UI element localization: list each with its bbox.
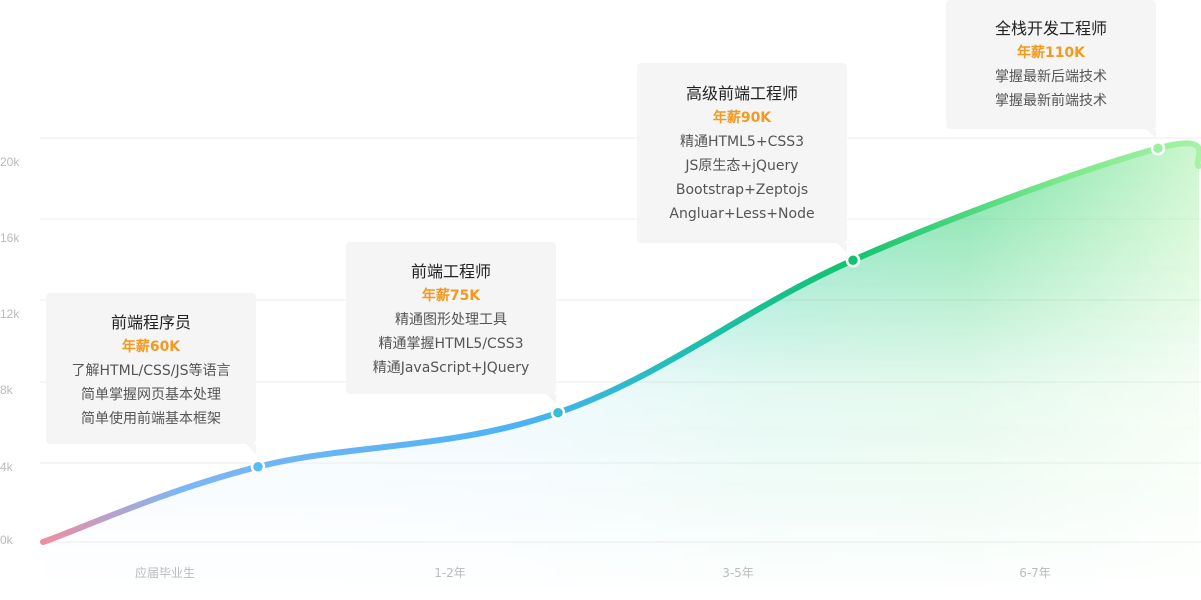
data-point: [1150, 141, 1166, 156]
card-title: 前端工程师: [410, 262, 491, 281]
y-tick-label: 4k: [0, 460, 14, 474]
card-skill: Angluar+Less+Node: [669, 206, 815, 222]
card-skill: 精通图形处理工具: [395, 312, 507, 328]
y-tick-label: 16k: [0, 231, 20, 245]
card-skill: 精通掌握HTML5/CSS3: [378, 336, 524, 352]
card-skill: 了解HTML/CSS/JS等语言: [71, 363, 231, 379]
card-skill: 精通HTML5+CSS3: [679, 134, 805, 150]
x-tick-label: 6-7年: [1019, 566, 1051, 580]
card-skill: 掌握最新后端技术: [995, 69, 1107, 85]
card-skill: 简单掌握网页基本处理: [81, 387, 221, 403]
y-tick-label: 20k: [0, 155, 20, 169]
career-card: 全栈开发工程师 年薪110K 掌握最新后端技术 掌握最新前端技术: [946, 0, 1156, 139]
y-tick-label: 8k: [0, 383, 14, 397]
card-skill: JS原生态+jQuery: [685, 158, 799, 174]
card-salary: 年薪75K: [421, 288, 481, 304]
card-salary: 年薪60K: [121, 339, 181, 355]
card-title: 全栈开发工程师: [994, 19, 1107, 38]
card-skill: 精通JavaScript+JQuery: [372, 360, 530, 376]
career-card: 高级前端工程师 年薪90K 精通HTML5+CSS3 JS原生态+jQuery Boot…: [637, 63, 847, 253]
data-point: [250, 459, 266, 474]
card-title: 高级前端工程师: [685, 84, 798, 103]
card-title: 前端程序员: [110, 313, 191, 332]
card-pointer: [246, 444, 256, 454]
x-tick-label: 3-5年: [722, 566, 754, 580]
card-pointer: [837, 243, 847, 253]
data-point: [550, 405, 566, 420]
card-pointer: [1146, 129, 1156, 139]
data-point: [845, 252, 861, 268]
x-tick-label: 应届毕业生: [135, 565, 195, 580]
y-tick-label: 0k: [0, 533, 14, 547]
card-salary: 年薪110K: [1016, 45, 1086, 61]
x-tick-label: 1-2年: [434, 566, 466, 580]
card-skill: Bootstrap+Zeptojs: [675, 182, 809, 198]
career-card: 前端工程师年薪75K 精通图形处理工具精通掌握HTML5/CSS3 精通JavaSc…: [346, 242, 556, 404]
card-skill: 简单使用前端基本框架: [81, 411, 221, 427]
card-salary: 年薪90K: [712, 110, 772, 126]
salary-growth-chart: 0k 4k 8k 12k 16k 20k 应届毕业生 1-2年 3-5年 6-7年 前端程序员年…: [0, 0, 1201, 600]
card-pointer: [546, 394, 556, 404]
career-card: 前端程序员年薪60K 了解HTML/CSS/JS等语言 简单掌握网页基本处理 简单使用…: [46, 293, 256, 454]
y-tick-label: 12k: [0, 307, 20, 321]
card-skill: 掌握最新前端技术: [995, 93, 1107, 109]
y-axis-ticks: 0k 4k 8k 12k 16k 20k: [0, 155, 20, 547]
